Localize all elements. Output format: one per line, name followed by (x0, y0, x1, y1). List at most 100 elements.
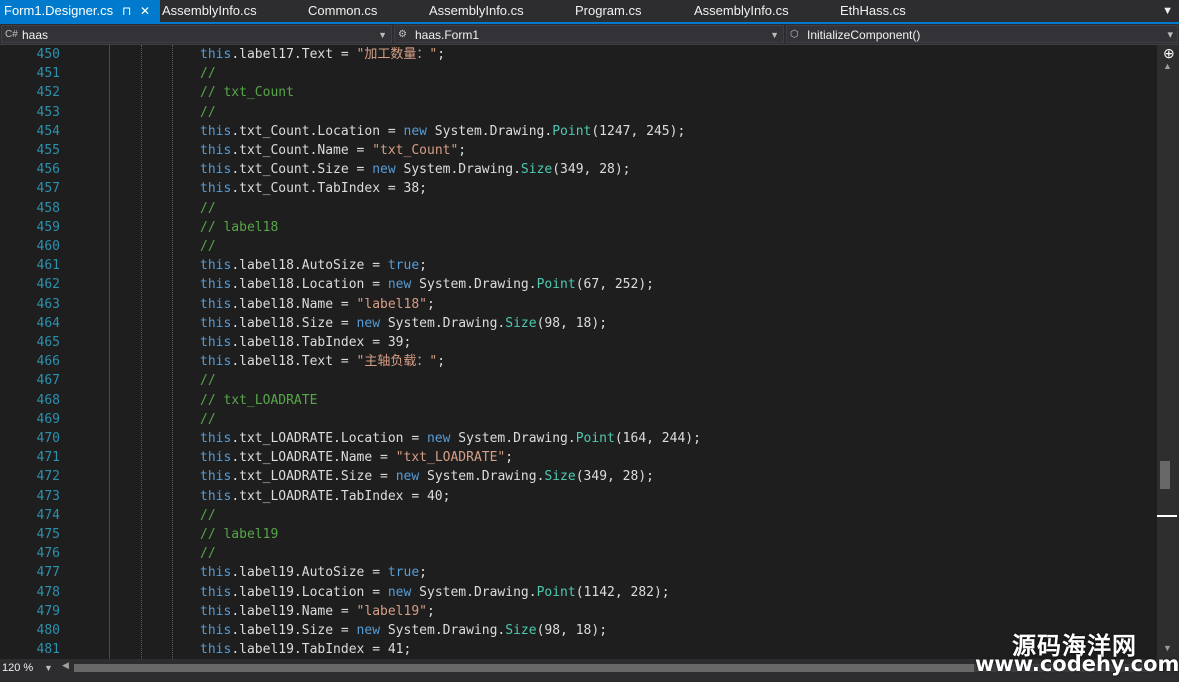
code-line[interactable]: 478 this.label19.Location = new System.Dr… (0, 583, 1157, 602)
code-token: this (200, 469, 232, 485)
code-line[interactable]: 480 this.label19.Size = new System.Drawin… (0, 621, 1157, 640)
code-token: this (200, 296, 232, 312)
tab-assemblyinfo-1[interactable]: AssemblyInfo.cs (158, 0, 257, 22)
code-token: (349, 28); (552, 162, 631, 178)
line-number: 470 (36, 431, 60, 446)
code-token: new (356, 315, 381, 331)
line-number: 469 (36, 411, 60, 427)
code-line[interactable]: 470 this.txt_LOADRATE.Location = new Syst… (0, 429, 1157, 448)
line-number: 466 (36, 354, 60, 370)
code-line[interactable]: 466 this.label18.Text = "主轴负载："; (0, 352, 1157, 371)
class-dropdown[interactable]: ⚙ haas.Form1 ▼ (394, 25, 784, 43)
code-token: .label19.Size = (231, 623, 357, 638)
tab-assemblyinfo-2[interactable]: AssemblyInfo.cs (425, 0, 524, 22)
code-text: this.label18.Size = new System.Drawing.S… (200, 314, 607, 333)
navigation-bar: C# haas ▼ ⚙ haas.Form1 ▼ ⬡ InitializeCom… (0, 24, 1179, 45)
tab-label: AssemblyInfo.cs (694, 3, 789, 18)
code-line[interactable]: 459 // label18 (0, 218, 1157, 237)
code-token: this (200, 450, 232, 466)
tab-label: Common.cs (308, 3, 378, 18)
code-line[interactable]: 473 this.txt_LOADRATE.TabIndex = 40; (0, 487, 1157, 506)
code-text: // (200, 506, 216, 525)
code-line[interactable]: 465 this.label18.TabIndex = 39; (0, 333, 1157, 352)
code-line[interactable]: 450 this.label17.Text = "加工数量："; (0, 45, 1157, 64)
code-token: this (200, 584, 232, 600)
code-line[interactable]: 463 this.label18.Name = "label18"; (0, 295, 1157, 314)
code-token: true (387, 258, 420, 274)
code-text: // (200, 103, 216, 122)
code-text: this.label18.Name = "label18"; (200, 295, 435, 314)
code-line[interactable]: 455 this.txt_Count.Name = "txt_Count"; (0, 141, 1157, 160)
code-text: this.label19.AutoSize = true; (200, 563, 427, 582)
tab-common[interactable]: Common.cs (304, 0, 377, 22)
pin-icon[interactable]: ⊓ (122, 0, 131, 22)
line-number: 475 (36, 527, 60, 542)
code-text: this.txt_LOADRATE.Location = new System.… (200, 429, 701, 448)
line-number: 480 (36, 623, 60, 638)
vertical-scroll-thumb[interactable] (1160, 461, 1170, 489)
code-token: // txt_Count (200, 85, 294, 101)
code-line[interactable]: 471 this.txt_LOADRATE.Name = "txt_LOADRAT… (0, 448, 1157, 467)
code-line[interactable]: 479 this.label19.Name = "label19"; (0, 602, 1157, 621)
tab-assemblyinfo-3[interactable]: AssemblyInfo.cs (690, 0, 789, 22)
code-line[interactable]: 460 // (0, 237, 1157, 256)
tab-overflow-dropdown-icon[interactable]: ▼ (1162, 0, 1173, 22)
code-line[interactable]: 475 // label19 (0, 525, 1157, 544)
code-line[interactable]: 469 // (0, 410, 1157, 429)
code-token: new (395, 469, 420, 485)
code-line[interactable]: 451 // (0, 64, 1157, 83)
code-token: .txt_Count.Location = (231, 123, 404, 139)
scroll-left-icon[interactable]: ◀ (62, 660, 69, 671)
code-text: this.txt_Count.TabIndex = 38; (200, 179, 427, 198)
code-line[interactable]: 467 // (0, 371, 1157, 390)
code-token: true (387, 565, 420, 581)
vertical-scrollbar[interactable]: ⊕ ▲ ▼ (1157, 45, 1179, 659)
close-icon[interactable]: ✕ (140, 0, 150, 22)
line-number: 450 (36, 47, 60, 62)
code-token: .label18.AutoSize = (231, 258, 388, 274)
code-line[interactable]: 477 this.label19.AutoSize = true; (0, 563, 1157, 582)
code-token: (98, 18); (536, 315, 608, 331)
code-line[interactable]: 474 // (0, 506, 1157, 525)
code-token: "主轴负载：" (356, 354, 438, 370)
code-token: .txt_Count.Size = (231, 162, 373, 178)
code-text: // (200, 199, 216, 218)
code-line[interactable]: 458 // (0, 199, 1157, 218)
code-editor[interactable]: 450 this.label17.Text = "加工数量："; 451//452/… (0, 45, 1157, 659)
scroll-up-icon[interactable]: ▲ (1163, 61, 1172, 71)
code-line[interactable]: 454 this.txt_Count.Location = new System.… (0, 122, 1157, 141)
code-line[interactable]: 476 // (0, 544, 1157, 563)
code-token: this (200, 47, 232, 62)
code-line[interactable]: 468 // txt_LOADRATE (0, 391, 1157, 410)
code-line[interactable]: 452 // txt_Count (0, 83, 1157, 102)
code-line[interactable]: 462 this.label18.Location = new System.Dr… (0, 275, 1157, 294)
code-token: "txt_LOADRATE" (395, 450, 506, 466)
project-dropdown[interactable]: C# haas ▼ (1, 25, 392, 43)
horizontal-scroll-thumb[interactable] (74, 664, 974, 672)
code-line[interactable]: 457 this.txt_Count.TabIndex = 38; (0, 179, 1157, 198)
code-token: new (403, 123, 427, 139)
code-token: "txt_Count" (372, 143, 459, 158)
member-dropdown[interactable]: ⬡ InitializeComponent() ▾ (786, 25, 1178, 43)
chevron-down-icon[interactable]: ▼ (44, 659, 53, 677)
tab-program[interactable]: Program.cs (571, 0, 641, 22)
code-token: // (200, 411, 216, 427)
tab-ethhass[interactable]: EthHass.cs (836, 0, 906, 22)
watermark-url: www.codehy.com (975, 652, 1179, 676)
code-token: Point (536, 584, 576, 600)
zoom-level[interactable]: 120 % (2, 659, 33, 679)
code-token: .label18.Text = (231, 354, 357, 370)
tab-form1-designer[interactable]: Form1.Designer.cs ⊓ ✕ (0, 0, 160, 22)
code-token: .label18.TabIndex = 39; (231, 335, 412, 350)
split-window-icon[interactable]: ⊕ (1163, 45, 1175, 62)
chevron-down-icon: ▼ (770, 30, 779, 40)
tab-label: EthHass.cs (840, 3, 906, 18)
code-line[interactable]: 464 this.label18.Size = new System.Drawin… (0, 314, 1157, 333)
line-number: 460 (36, 239, 60, 254)
code-line[interactable]: 456 this.txt_Count.Size = new System.Draw… (0, 160, 1157, 179)
code-line[interactable]: 461 this.label18.AutoSize = true; (0, 256, 1157, 275)
code-line[interactable]: 472 this.txt_LOADRATE.Size = new System.D… (0, 467, 1157, 486)
document-tab-strip: Form1.Designer.cs ⊓ ✕ AssemblyInfo.cs Co… (0, 0, 1179, 22)
code-token: "加工数量：" (356, 47, 438, 62)
code-line[interactable]: 453 // (0, 103, 1157, 122)
